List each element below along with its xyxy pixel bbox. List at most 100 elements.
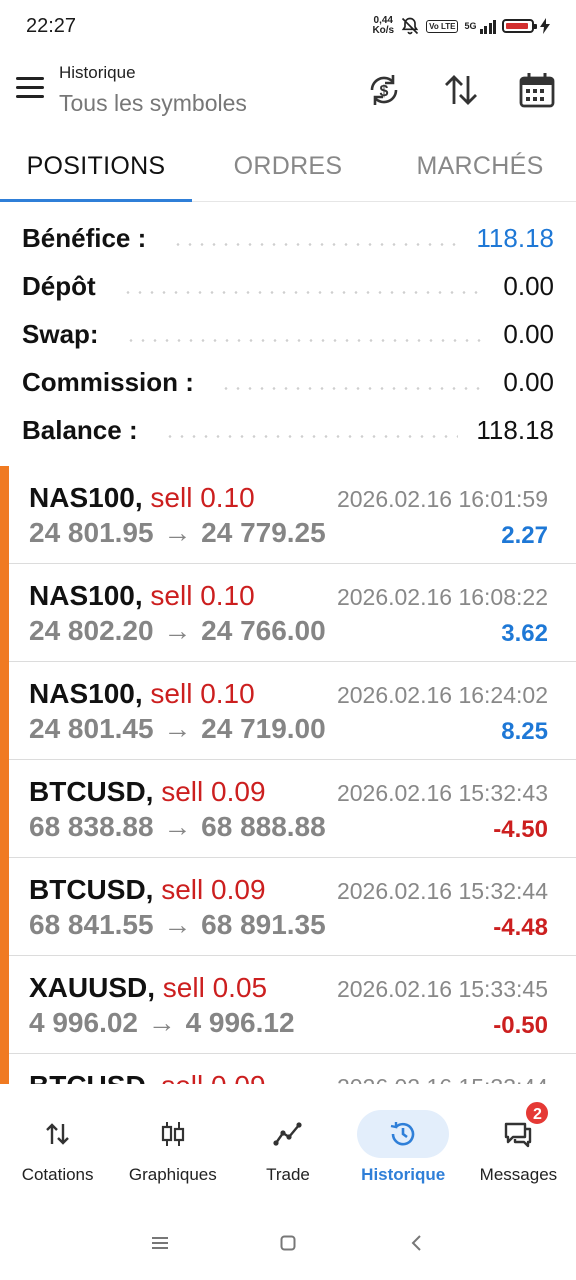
- trade-profit: 2.27: [501, 522, 548, 549]
- trade-side: sell 0.10: [150, 678, 255, 709]
- trade-symbol-line: XAUUSD, sell 0.05: [29, 972, 267, 1004]
- trade-time: 2026.02.16 15:32:44: [336, 878, 548, 904]
- trade-row[interactable]: BTCUSD, sell 0.09 2026.02.16 15:33:44: [9, 1054, 576, 1084]
- trade-symbol: BTCUSD,: [29, 1070, 153, 1084]
- summary-value: 0.00: [503, 318, 554, 349]
- dotted-leader: [121, 290, 486, 294]
- system-navigation: [0, 1206, 576, 1280]
- home-icon[interactable]: [274, 1229, 302, 1257]
- status-time: 22:27: [26, 15, 77, 37]
- close-price: 24 766.00: [201, 615, 326, 646]
- svg-text:$: $: [380, 83, 389, 100]
- trade-history-list[interactable]: NAS100, sell 0.10 2026.02.16 16:01:59 24…: [0, 466, 576, 1084]
- trade-time: 2026.02.16 16:01:59: [336, 486, 548, 512]
- trade-prices: 24 801.45 → 24 719.00: [29, 713, 326, 745]
- nav-messages[interactable]: 2 Messages: [461, 1086, 576, 1206]
- bottom-navigation: Cotations Graphiques Trade Historique 2 …: [0, 1086, 576, 1206]
- open-price: 24 801.45: [29, 713, 154, 744]
- trade-symbol-line: NAS100, sell 0.10: [29, 580, 255, 612]
- app-bar: Historique Tous les symboles $: [0, 52, 576, 128]
- trade-side: sell 0.09: [161, 1070, 265, 1084]
- arrow-right-icon: →: [163, 713, 192, 744]
- summary-label: Balance :: [22, 414, 138, 445]
- summary-row-balance: Balance : 118.18: [0, 406, 576, 454]
- summary-label: Dépôt: [22, 270, 96, 301]
- back-icon[interactable]: [402, 1229, 430, 1257]
- trade-row[interactable]: BTCUSD, sell 0.09 2026.02.16 15:32:43 68…: [9, 760, 576, 858]
- open-price: 68 838.88: [29, 811, 154, 842]
- arrow-right-icon: →: [163, 517, 192, 548]
- trade-side: sell 0.09: [161, 776, 266, 807]
- nav-label: Graphiques: [128, 1165, 217, 1184]
- summary-value: 0.00: [503, 366, 554, 397]
- trade-symbol-line: BTCUSD, sell 0.09: [29, 776, 266, 808]
- nav-graphiques[interactable]: Graphiques: [115, 1086, 230, 1206]
- tab-bar: POSITIONS ORDRES MARCHÉS: [0, 132, 576, 202]
- arrow-right-icon: →: [163, 909, 192, 940]
- close-price: 24 719.00: [201, 713, 326, 744]
- messages-icon: 2: [472, 1100, 564, 1158]
- summary-row-swap: Swap: 0.00: [0, 310, 576, 358]
- summary-label: Swap:: [22, 318, 99, 349]
- trade-side: sell 0.05: [162, 972, 268, 1003]
- nav-trade[interactable]: Trade: [230, 1086, 345, 1206]
- page-title: Historique: [59, 63, 136, 82]
- symbol-filter[interactable]: Tous les symboles: [59, 90, 247, 117]
- dotted-leader: [124, 338, 486, 342]
- nav-label: Cotations: [21, 1165, 94, 1184]
- trade-row[interactable]: NAS100, sell 0.10 2026.02.16 16:08:22 24…: [9, 564, 576, 662]
- candlestick-icon: [127, 1110, 219, 1158]
- net-speed-unit: Ko/s: [372, 25, 395, 36]
- trade-row[interactable]: NAS100, sell 0.10 2026.02.16 16:01:59 24…: [9, 466, 576, 564]
- trade-symbol: NAS100,: [29, 482, 143, 513]
- sort-arrows-icon[interactable]: [441, 70, 481, 110]
- nav-label: Historique: [361, 1165, 446, 1184]
- summary-row-commission: Commission : 0.00: [0, 358, 576, 406]
- open-price: 4 996.02: [29, 1007, 138, 1038]
- calendar-icon[interactable]: [517, 70, 557, 110]
- open-price: 68 841.55: [29, 909, 154, 940]
- currency-refresh-icon[interactable]: $: [364, 70, 404, 110]
- trade-row[interactable]: XAUUSD, sell 0.05 2026.02.16 15:33:45 4 …: [9, 956, 576, 1054]
- status-bar: 22:27 0,44 Ko/s Vo LTE 5G: [0, 0, 576, 52]
- trade-symbol: XAUUSD,: [29, 972, 156, 1003]
- nav-label: Trade: [266, 1165, 310, 1184]
- trade-symbol: NAS100,: [29, 678, 143, 709]
- summary-label: Commission :: [22, 366, 194, 397]
- open-price: 24 802.20: [29, 615, 154, 646]
- trade-symbol-line: NAS100, sell 0.10: [29, 678, 255, 710]
- recent-apps-icon[interactable]: [146, 1229, 174, 1257]
- volte-badge: Vo LTE: [426, 19, 459, 33]
- charging-icon: [540, 18, 550, 34]
- trade-prices: 4 996.02 → 4 996.12: [29, 1007, 295, 1039]
- trade-time: 2026.02.16 15:33:44: [337, 1074, 548, 1084]
- trade-symbol-line: BTCUSD, sell 0.09: [29, 1070, 266, 1084]
- quotes-arrows-icon: [12, 1110, 104, 1158]
- trade-prices: 68 841.55 → 68 891.35: [29, 909, 326, 941]
- signal-icon: [479, 18, 496, 34]
- tab-marches[interactable]: MARCHÉS: [384, 132, 576, 201]
- tab-positions[interactable]: POSITIONS: [0, 132, 192, 202]
- trade-profit: 8.25: [501, 718, 548, 745]
- status-icons: 0,44 Ko/s Vo LTE 5G: [372, 14, 550, 38]
- history-clock-icon: [357, 1110, 450, 1158]
- battery-low-icon: [502, 19, 537, 33]
- trade-symbol: NAS100,: [29, 580, 143, 611]
- nav-historique[interactable]: Historique: [346, 1086, 461, 1206]
- dotted-leader: [172, 242, 459, 246]
- trade-time: 2026.02.16 15:33:45: [336, 976, 548, 1002]
- arrow-right-icon: →: [163, 615, 192, 646]
- trade-time: 2026.02.16 16:08:22: [336, 584, 548, 610]
- trade-symbol-line: BTCUSD, sell 0.09: [29, 874, 266, 906]
- trade-profit: -4.50: [493, 816, 548, 843]
- nav-cotations[interactable]: Cotations: [0, 1086, 115, 1206]
- tab-ordres[interactable]: ORDRES: [192, 132, 384, 201]
- notifications-off-icon: [401, 17, 419, 35]
- close-price: 68 888.88: [201, 811, 326, 842]
- hamburger-menu-icon[interactable]: [16, 77, 44, 101]
- trade-row[interactable]: BTCUSD, sell 0.09 2026.02.16 15:32:44 68…: [9, 858, 576, 956]
- arrow-right-icon: →: [147, 1007, 176, 1038]
- summary-value: 0.00: [503, 270, 554, 301]
- dotted-leader: [163, 434, 459, 438]
- trade-row[interactable]: NAS100, sell 0.10 2026.02.16 16:24:02 24…: [9, 662, 576, 760]
